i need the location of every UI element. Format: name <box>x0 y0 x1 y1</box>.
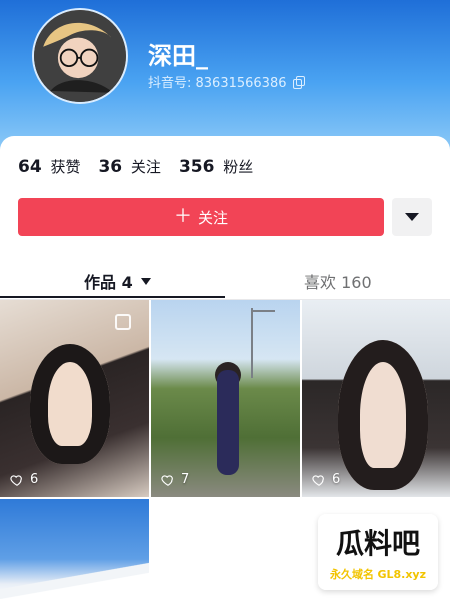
stat-followers-label: 粉丝 <box>223 158 254 176</box>
post-likes-count: 7 <box>181 472 190 487</box>
douyin-id-text: 抖音号: 83631566386 <box>148 76 287 91</box>
post-likes: 6 <box>312 472 340 487</box>
heart-icon <box>161 473 175 487</box>
avatar[interactable] <box>32 8 128 104</box>
active-tab-indicator <box>0 296 225 298</box>
watermark-subtitle-domain: GL8.xyz <box>377 568 427 581</box>
thumbnail-image <box>217 370 239 475</box>
plus-icon: ＋ <box>173 206 192 227</box>
heart-icon <box>312 473 326 487</box>
thumbnail-image <box>0 559 149 599</box>
watermark: 瓜料吧 永久域名 GL8.xyz <box>318 514 438 590</box>
stat-followers[interactable]: 356 粉丝 <box>179 156 253 177</box>
stat-following-value: 36 <box>98 157 123 177</box>
more-options-button[interactable] <box>392 198 432 236</box>
douyin-id[interactable]: 抖音号: 83631566386 <box>148 72 305 91</box>
heart-icon <box>10 473 24 487</box>
content-tabs: 作品 4 喜欢 160 <box>0 262 450 300</box>
tab-likes-label: 喜欢 160 <box>304 273 372 292</box>
post-thumbnail[interactable]: 6 <box>302 300 450 497</box>
post-likes-count: 6 <box>332 472 341 487</box>
triangle-down-icon <box>405 213 419 221</box>
post-likes: 6 <box>10 472 38 487</box>
thumbnail-image <box>30 344 110 464</box>
streetlamp-arm <box>251 310 275 312</box>
post-thumbnail[interactable]: 7 <box>151 300 300 497</box>
caret-down-icon <box>140 277 151 285</box>
stat-following[interactable]: 36 关注 <box>98 156 160 177</box>
profile-name: 深田_ <box>148 42 208 70</box>
stat-followers-value: 356 <box>178 157 215 177</box>
stat-likes: 64 获赞 <box>18 156 80 177</box>
profile-header-background: 深田_ 抖音号: 83631566386 <box>0 0 450 150</box>
tab-works-label: 作品 4 <box>84 273 133 292</box>
post-likes: 7 <box>161 472 189 487</box>
profile-sheet: 64 获赞 36 关注 356 粉丝 ＋ 关注 作品 4 喜欢 160 6 7 … <box>0 136 450 600</box>
copy-icon[interactable] <box>292 76 305 89</box>
post-thumbnail[interactable]: 6 <box>0 300 149 497</box>
profile-stats: 64 获赞 36 关注 356 粉丝 <box>18 156 253 177</box>
thumbnail-image <box>338 340 428 490</box>
stat-likes-value: 64 <box>18 157 42 177</box>
stat-following-label: 关注 <box>130 158 161 176</box>
streetlamp-shape <box>251 308 253 378</box>
follow-button-label: 关注 <box>197 208 228 227</box>
stat-likes-label: 获赞 <box>50 158 81 176</box>
watermark-subtitle: 永久域名 GL8.xyz <box>324 566 432 582</box>
pin-icon <box>115 314 131 330</box>
post-likes-count: 6 <box>30 472 39 487</box>
tab-likes[interactable]: 喜欢 160 <box>304 262 372 300</box>
watermark-subtitle-prefix: 永久域名 <box>329 568 374 581</box>
watermark-title: 瓜料吧 <box>335 527 420 560</box>
post-thumbnail[interactable] <box>0 499 149 599</box>
tab-works[interactable]: 作品 4 <box>84 262 151 300</box>
follow-button[interactable]: ＋ 关注 <box>18 198 384 236</box>
